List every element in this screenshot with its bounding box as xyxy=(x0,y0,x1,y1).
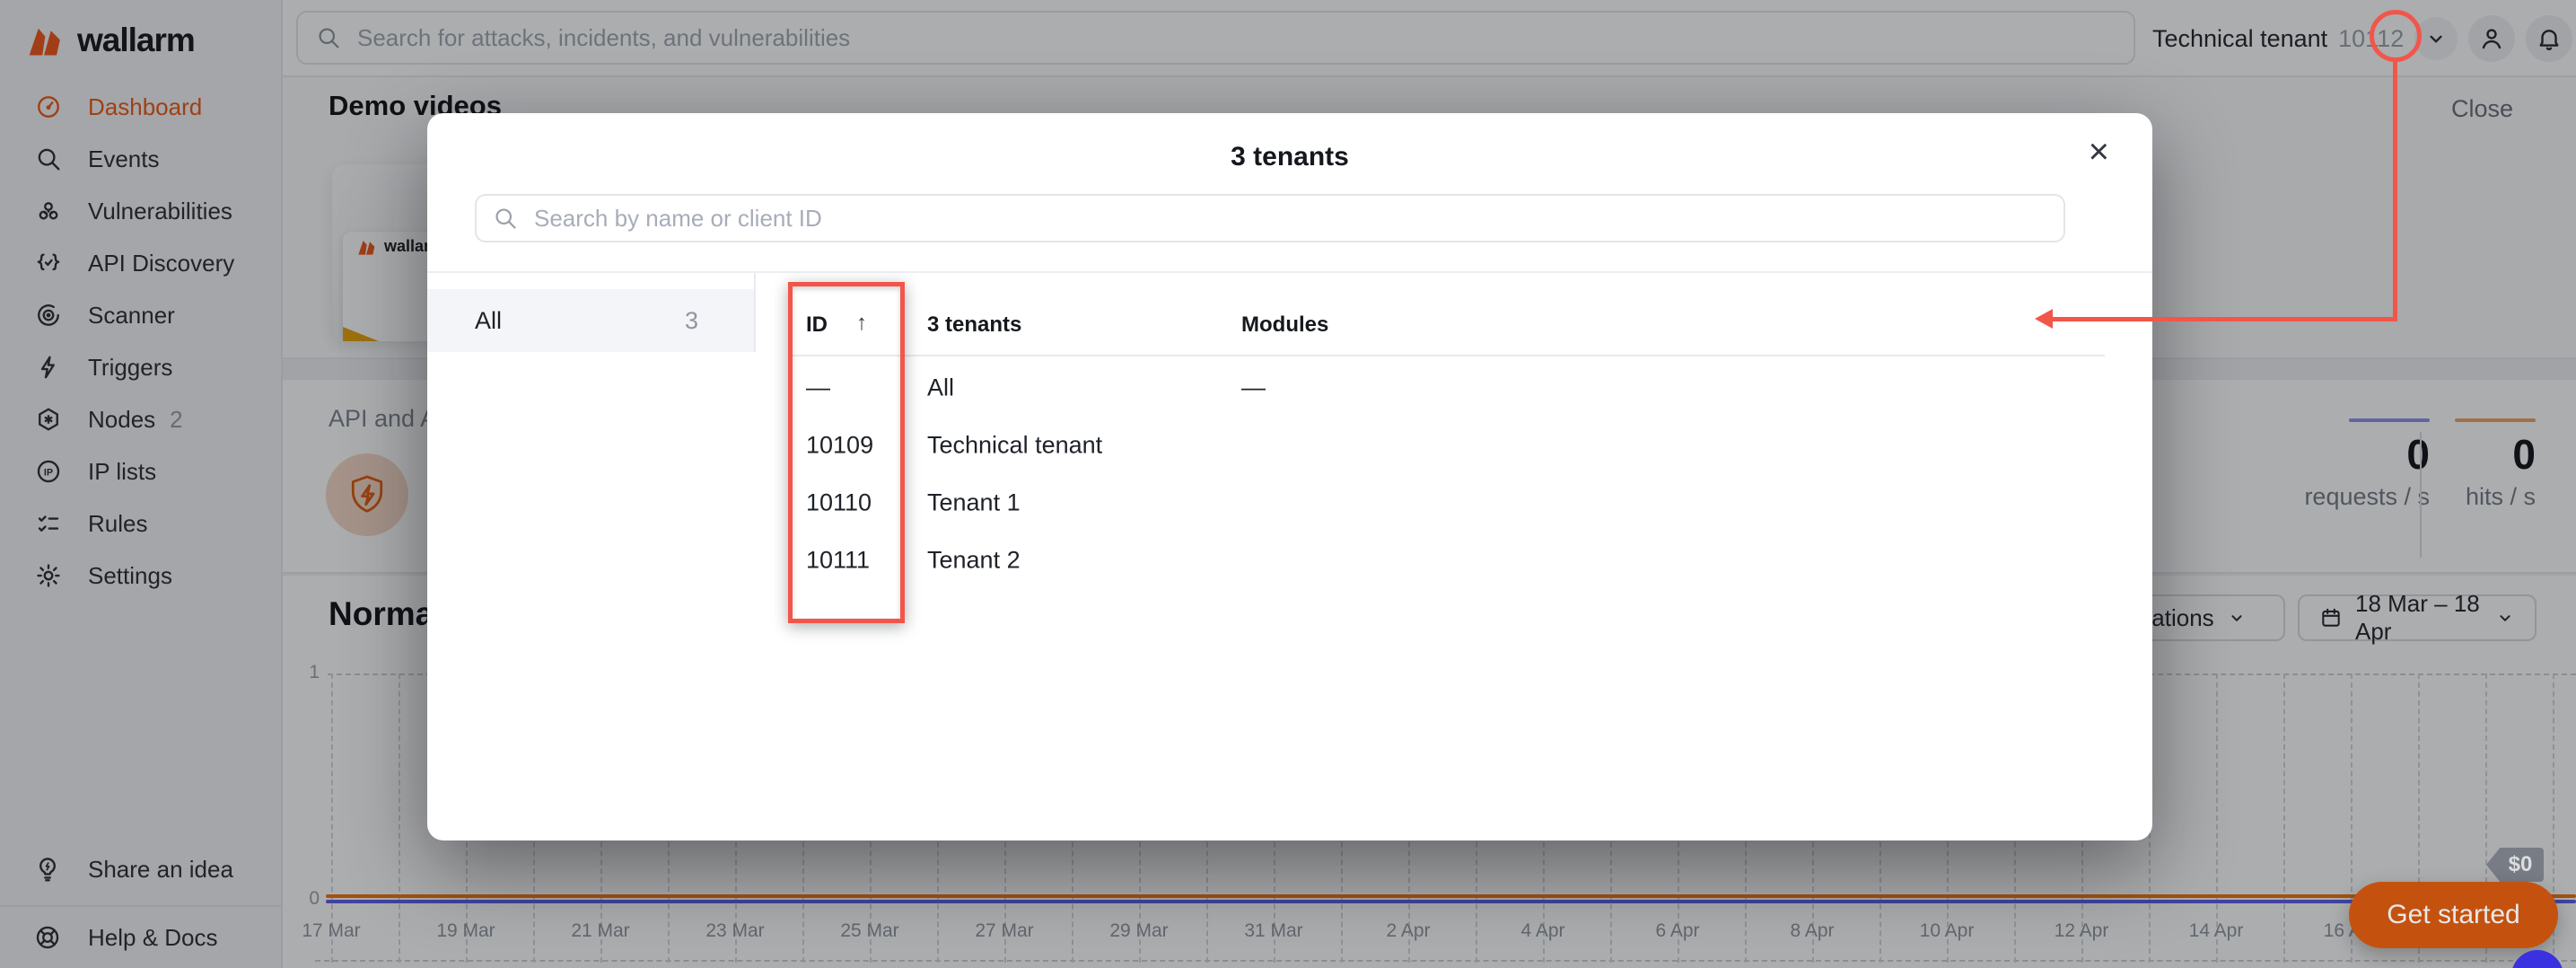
tenant-search-input[interactable] xyxy=(532,204,2047,233)
panel-separator xyxy=(754,273,756,352)
get-started-button[interactable]: Get started xyxy=(2349,882,2558,948)
group-count: 3 xyxy=(685,307,698,335)
cell-modules: — xyxy=(1241,374,1266,402)
tenants-modal: 3 tenants × All 3 ID ↑ 3 tenants Modules… xyxy=(427,113,2152,840)
annotation-box-id-column xyxy=(788,282,905,623)
search-icon xyxy=(493,206,518,231)
tenant-row-10109[interactable]: 10109 Technical tenant xyxy=(790,417,2105,474)
cell-name: Technical tenant xyxy=(927,432,1102,460)
annotation-arrowhead xyxy=(2035,309,2053,329)
column-header-tenants: 3 tenants xyxy=(927,312,1021,338)
modal-title: 3 tenants xyxy=(427,142,2152,172)
tenant-row-10111[interactable]: 10111 Tenant 2 xyxy=(790,532,2105,589)
tenant-group-all[interactable]: All 3 xyxy=(427,289,754,352)
annotation-line-horizontal xyxy=(2052,317,2397,321)
tenant-row-10110[interactable]: 10110 Tenant 1 xyxy=(790,474,2105,532)
column-header-modules: Modules xyxy=(1241,312,1328,338)
annotation-line-vertical xyxy=(2393,60,2397,319)
cell-name: Tenant 1 xyxy=(927,489,1021,517)
modal-divider xyxy=(427,271,2152,273)
table-header-divider xyxy=(790,355,2105,356)
close-icon: × xyxy=(2089,132,2109,172)
cell-name: Tenant 2 xyxy=(927,547,1021,575)
wallarm-console-screen: wallarm Dashboard Events Vulnerabilities… xyxy=(0,0,2576,968)
group-label: All xyxy=(475,307,502,335)
tenant-row-all[interactable]: — All — xyxy=(790,359,2105,417)
annotation-ring-tenant-switcher xyxy=(2370,10,2422,62)
cell-name: All xyxy=(927,374,954,402)
modal-close-button[interactable]: × xyxy=(2083,133,2115,171)
tenant-search[interactable] xyxy=(475,194,2065,242)
